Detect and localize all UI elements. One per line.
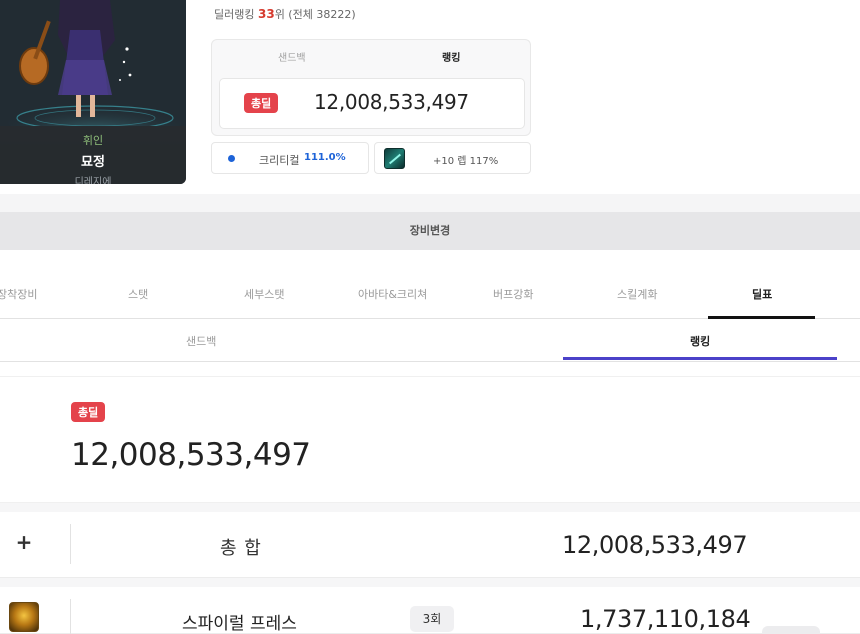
crit-label: 크리티컬: [259, 154, 300, 167]
top-total-damage: 총딜 12,008,533,497: [219, 78, 525, 129]
skill-damage-value: 1,737,110,184: [580, 605, 751, 633]
crit-value: 111.0%: [304, 152, 346, 163]
character-job: 휘인: [82, 134, 104, 147]
main-tabs: 장착장비 스탯 세부스탯 아바타&크리쳐 버프강화 스킬계화 딜표: [0, 266, 860, 319]
skill-name: 스파이럴 프레스: [182, 614, 297, 634]
weapon-icon: [384, 148, 405, 169]
tab-equipment[interactable]: 장착장비: [0, 286, 37, 302]
row-total-name: 총 합: [220, 538, 262, 559]
skill-share-pill: [762, 626, 820, 634]
row-gap: [0, 503, 860, 512]
skill-hits-badge: 3회: [410, 606, 454, 632]
dealer-rank-prefix: 딜러랭킹: [214, 8, 255, 21]
tab-detail-stats[interactable]: 세부스탯: [244, 286, 284, 302]
row-divider: [70, 599, 71, 634]
active-sub-tab-underline: [563, 357, 837, 360]
top-tab-sandbag[interactable]: 샌드백: [278, 49, 306, 64]
active-tab-underline: [708, 316, 815, 319]
character-info: 휘인 묘정 디레지에: [0, 126, 186, 184]
crit-dot-icon: [228, 155, 235, 162]
dealing-chart-page: 휘인 묘정 디레지에 딜러랭킹 33위 (전체 38222) 샌드백 랭킹 총딜…: [0, 0, 860, 634]
character-server: 디레지에: [74, 177, 112, 184]
table-row: + 총 합 12,008,533,497: [0, 512, 860, 578]
sub-tabs: 샌드백 랭킹: [0, 320, 860, 362]
weapon-label: +10 렙 117%: [433, 156, 499, 167]
section-separator: [0, 194, 860, 212]
total-damage-badge: 총딜: [244, 93, 279, 113]
sub-tab-ranking[interactable]: 랭킹: [690, 333, 710, 349]
weapon-chip: +10 렙 117%: [374, 142, 531, 174]
tab-avatar-creature[interactable]: 아바타&크리쳐: [358, 286, 427, 302]
table-row: 스파이럴 프레스 3회 1,737,110,184: [0, 587, 860, 634]
character-portrait: [0, 0, 186, 126]
equip-change-label: 장비변경: [409, 224, 451, 237]
row-total-value: 12,008,533,497: [562, 531, 748, 559]
expand-button[interactable]: +: [14, 532, 34, 552]
dealer-rank-number: 33: [257, 7, 275, 21]
tab-stats[interactable]: 스탯: [128, 286, 148, 302]
dealer-rank: 딜러랭킹 33위 (전체 38222): [214, 6, 356, 22]
sub-tab-sandbag[interactable]: 샌드백: [186, 333, 216, 349]
character-name: 묘정: [81, 155, 105, 170]
total-damage-summary: 총딜 12,008,533,497: [0, 376, 860, 503]
total-damage-value: 12,008,533,497: [314, 90, 469, 114]
tab-skill-calc[interactable]: 스킬계화: [617, 286, 657, 302]
equip-change-button[interactable]: 장비변경: [0, 212, 860, 250]
summary-value: 12,008,533,497: [71, 437, 311, 473]
tab-buff-enhance[interactable]: 버프강화: [493, 286, 533, 302]
row-divider: [70, 524, 71, 564]
top-tab-ranking[interactable]: 랭킹: [442, 49, 460, 64]
spiral-press-skill-icon: [9, 602, 39, 632]
summary-badge: 총딜: [71, 402, 106, 422]
crit-chip: 크리티컬 111.0%: [211, 142, 369, 174]
tab-dealing-chart[interactable]: 딜표: [752, 286, 772, 302]
row-gap: [0, 578, 860, 587]
dealer-rank-suffix: 위 (전체 38222): [274, 8, 356, 21]
top-rank-box: 샌드백 랭킹 총딜 12,008,533,497: [211, 39, 531, 136]
character-card[interactable]: 휘인 묘정 디레지에: [0, 0, 186, 184]
